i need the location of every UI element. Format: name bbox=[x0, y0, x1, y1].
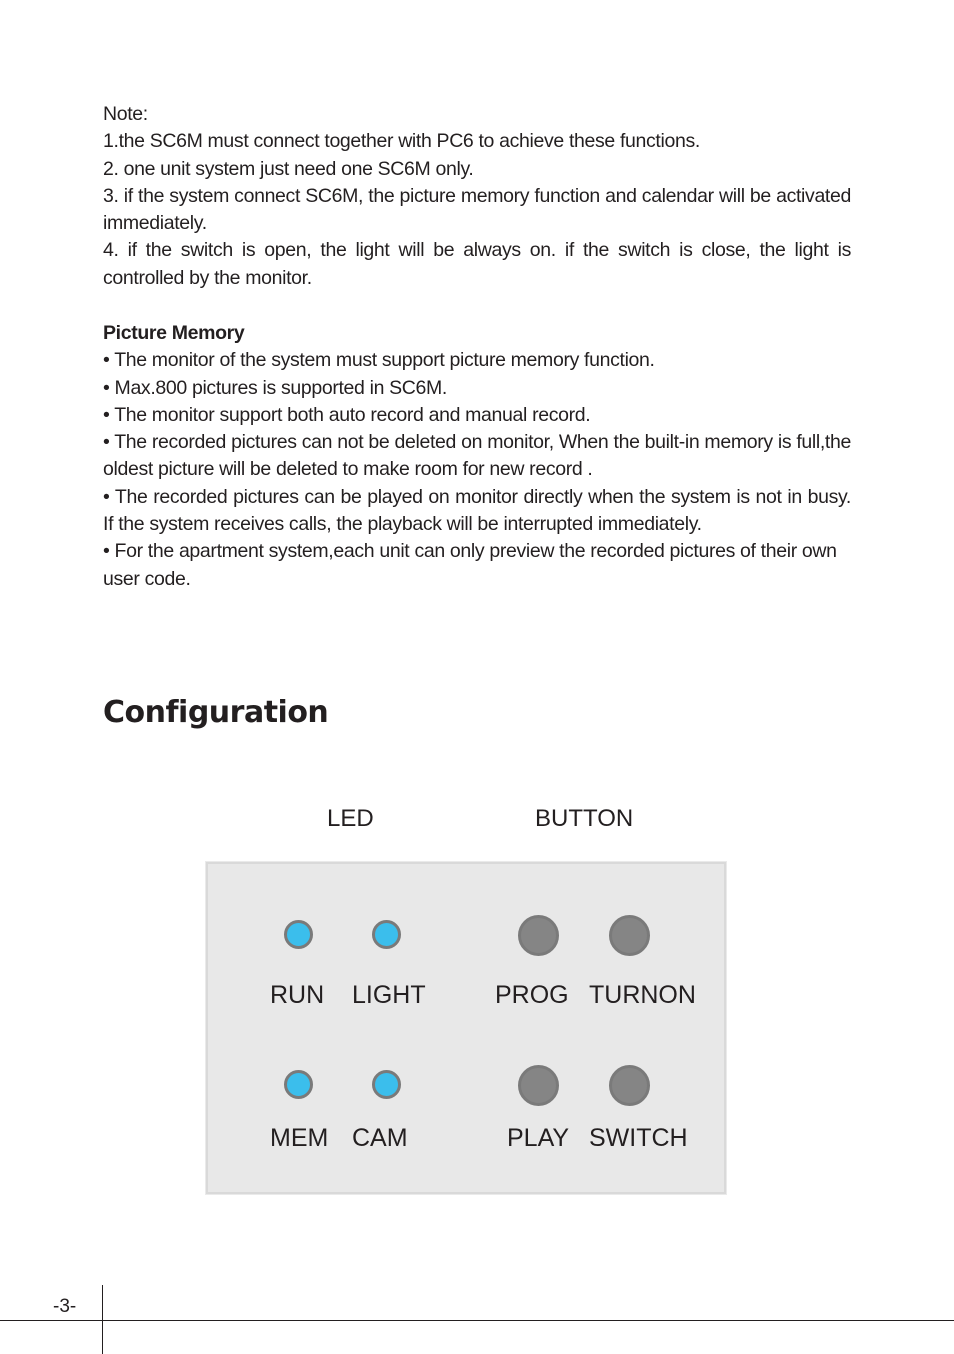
led-mem-label: MEM bbox=[270, 1124, 329, 1152]
led-run-label: RUN bbox=[270, 981, 325, 1009]
picture-memory-heading: Picture Memory bbox=[103, 322, 245, 344]
bullet-item: • The recorded pictures can be played on… bbox=[103, 485, 851, 536]
led-light-label: LIGHT bbox=[352, 981, 426, 1009]
turnon-button-label: TURNON bbox=[589, 981, 696, 1009]
picture-memory-section: Picture Memory • The monitor of the syst… bbox=[103, 320, 851, 593]
play-button-label: PLAY bbox=[507, 1124, 570, 1152]
bullet-item: • Max.800 pictures is supported in SC6M. bbox=[103, 376, 447, 399]
note-item: 3. if the system connect SC6M, the pictu… bbox=[103, 184, 851, 235]
turnon-button[interactable] bbox=[609, 915, 650, 956]
footer-divider-vertical bbox=[102, 1285, 103, 1354]
configuration-title: Configuration bbox=[103, 695, 329, 730]
play-button[interactable] bbox=[518, 1065, 559, 1106]
led-cam-label: CAM bbox=[352, 1124, 408, 1152]
prog-button[interactable] bbox=[518, 915, 559, 956]
led-cam-indicator bbox=[372, 1070, 401, 1099]
bullet-item: • The monitor of the system must support… bbox=[103, 349, 655, 372]
led-mem-indicator bbox=[284, 1070, 313, 1099]
footer-divider-horizontal bbox=[0, 1320, 954, 1321]
prog-button-label: PROG bbox=[495, 981, 569, 1009]
page-number: -3- bbox=[53, 1296, 77, 1317]
led-header: LED bbox=[327, 805, 374, 832]
switch-button[interactable] bbox=[609, 1065, 650, 1106]
notes-label: Note: bbox=[103, 103, 148, 125]
bullet-item: • The recorded pictures can not be delet… bbox=[103, 431, 851, 481]
button-header: BUTTON bbox=[535, 805, 634, 832]
note-item: 1.the SC6M must connect together with PC… bbox=[103, 130, 700, 153]
bullet-item: • The monitor support both auto record a… bbox=[103, 403, 591, 426]
led-light-indicator bbox=[372, 920, 401, 949]
switch-button-label: SWITCH bbox=[589, 1124, 688, 1152]
device-panel: RUN LIGHT PROG TURNON MEM CAM PLAY SWITC… bbox=[206, 862, 726, 1194]
note-item: 2. one unit system just need one SC6M on… bbox=[103, 157, 474, 180]
notes-section: Note: 1.the SC6M must connect together w… bbox=[103, 101, 851, 292]
led-run-indicator bbox=[284, 920, 313, 949]
note-item: 4. if the switch is open, the light will… bbox=[103, 239, 851, 289]
bullet-item: • For the apartment system,each unit can… bbox=[103, 540, 837, 590]
